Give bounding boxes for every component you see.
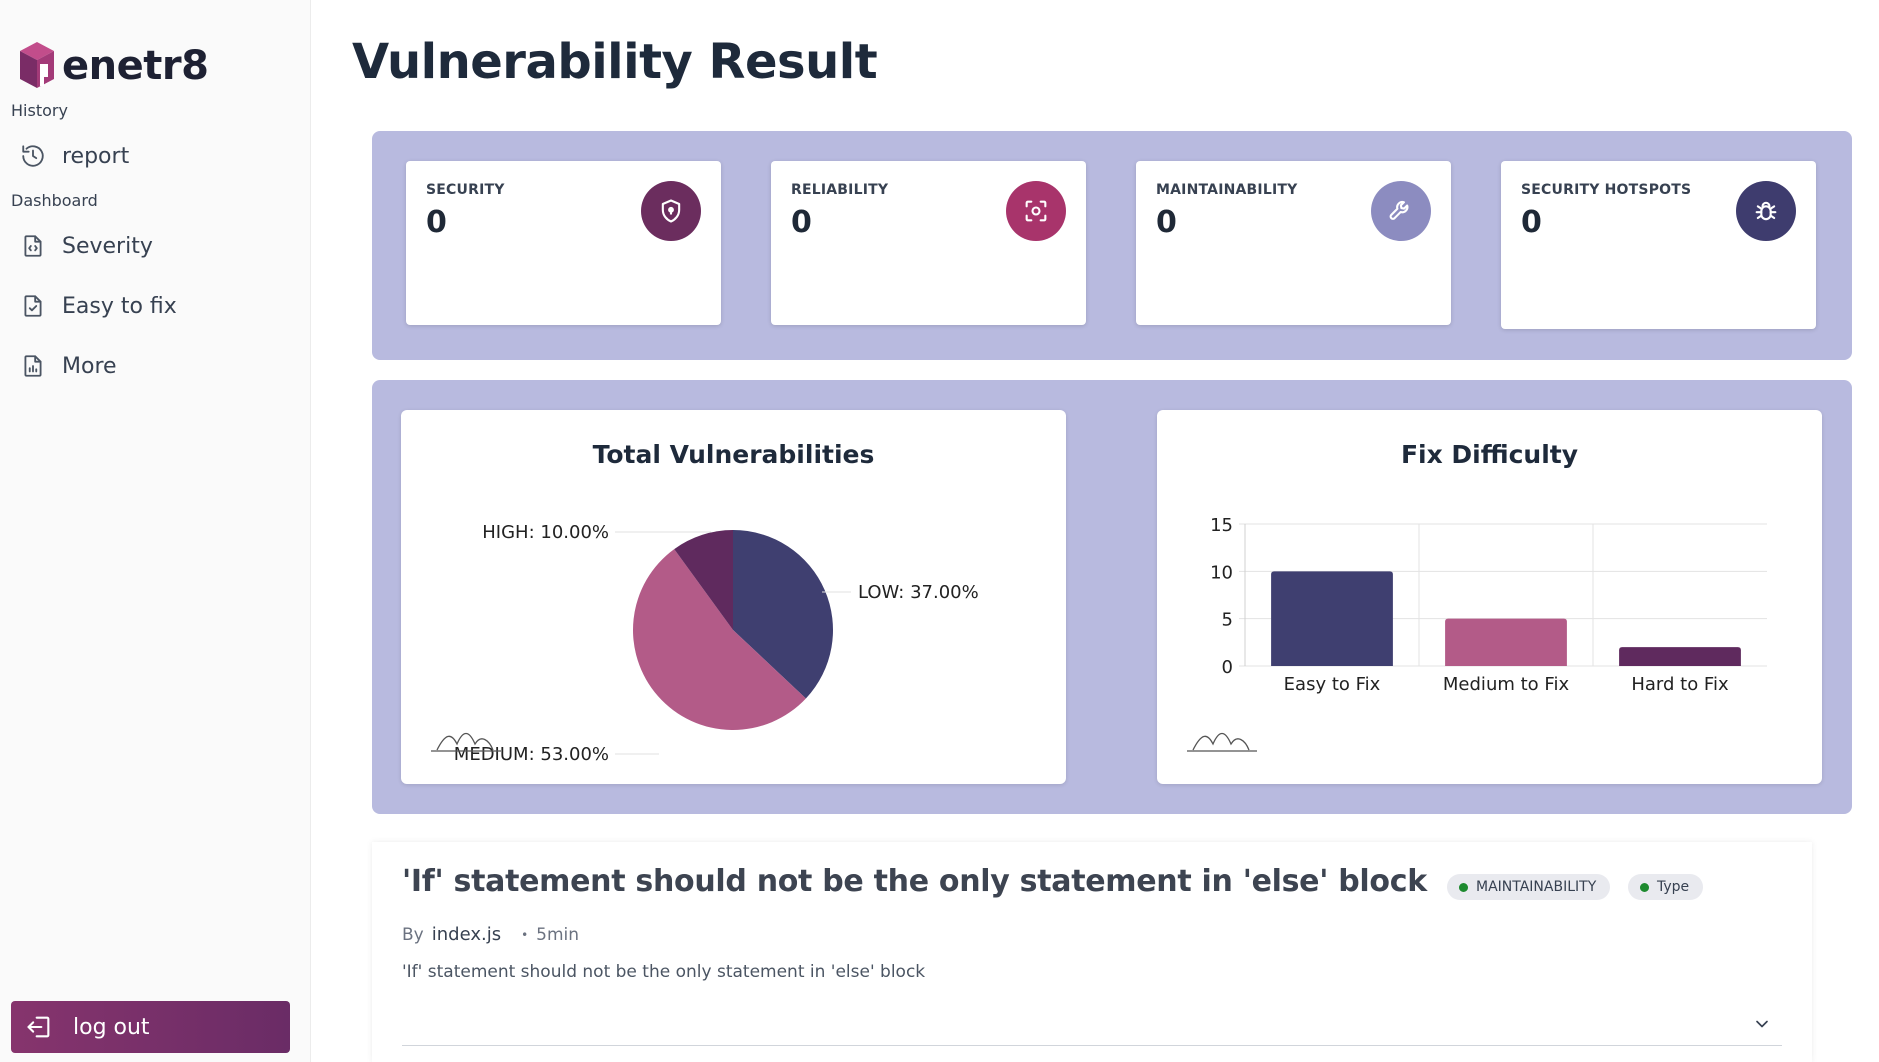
- metric-card-security-hotspots[interactable]: SECURITY HOTSPOTS 0: [1501, 161, 1816, 329]
- file-code-icon: [24, 235, 42, 257]
- metric-value: 0: [1156, 205, 1177, 240]
- bullet-separator: •: [521, 927, 529, 942]
- metric-value: 0: [426, 205, 447, 240]
- y-tick-label: 0: [1222, 657, 1233, 678]
- sidebar-item-label: More: [62, 353, 117, 379]
- divider: [402, 1045, 1782, 1046]
- status-dot: [1459, 882, 1468, 892]
- dashboard-section-label: Dashboard: [11, 191, 98, 210]
- chevron-down-icon[interactable]: [1752, 1014, 1772, 1034]
- metrics-panel: SECURITY 0 RELIABILITY 0 MAINTAINABILITY…: [372, 131, 1852, 360]
- pie-label-high: HIGH: 10.00%: [482, 522, 609, 543]
- wrench-icon: [1371, 181, 1431, 241]
- tag-maintainability[interactable]: MAINTAINABILITY: [1447, 874, 1611, 900]
- fix-difficulty-card: Fix Difficulty 0 5 10 15 Easy to Fix Medium t…: [1157, 410, 1822, 784]
- metric-label: RELIABILITY: [791, 182, 889, 198]
- logout-icon: [27, 1016, 50, 1038]
- file-check-icon: [24, 295, 42, 317]
- total-vulnerabilities-card: Total Vulnerabilities LOW: 37.00% MEDIUM:…: [401, 410, 1066, 784]
- charts-panel: Total Vulnerabilities LOW: 37.00% MEDIUM:…: [372, 380, 1852, 814]
- metric-value: 0: [791, 205, 812, 240]
- issue-title[interactable]: 'If' statement should not be the only st…: [402, 864, 1427, 899]
- bar-hard-to-fix[interactable]: [1619, 647, 1741, 666]
- sidebar-item-label: Easy to fix: [62, 293, 177, 319]
- file-chart-icon: [24, 355, 42, 377]
- bar-medium-to-fix[interactable]: [1445, 618, 1567, 666]
- sidebar-item-label: Severity: [62, 233, 153, 259]
- x-tick-label: Medium to Fix: [1443, 674, 1570, 695]
- chart-logo-icon: [1187, 732, 1257, 752]
- tag-label: MAINTAINABILITY: [1476, 879, 1597, 895]
- y-tick-label: 5: [1222, 610, 1233, 631]
- sidebar-item-easy-to-fix[interactable]: Easy to fix: [20, 293, 177, 319]
- history-icon: [22, 145, 44, 167]
- sidebar: enetr8 History report Dashboard Severity…: [0, 0, 311, 1062]
- sidebar-item-label: report: [62, 143, 130, 169]
- issue-description: 'If' statement should not be the only st…: [402, 962, 926, 982]
- metric-card-reliability[interactable]: RELIABILITY 0: [771, 161, 1086, 325]
- sidebar-item-report[interactable]: report: [20, 143, 129, 169]
- tag-label: Type: [1657, 879, 1690, 895]
- x-tick-label: Easy to Fix: [1284, 674, 1381, 695]
- page-title: Vulnerability Result: [352, 34, 878, 90]
- x-tick-label: Hard to Fix: [1631, 674, 1729, 695]
- pie-label-low: LOW: 37.00%: [858, 582, 979, 603]
- logout-label: log out: [73, 1014, 150, 1040]
- metric-card-maintainability[interactable]: MAINTAINABILITY 0: [1136, 161, 1451, 325]
- bar-easy-to-fix[interactable]: [1271, 571, 1393, 666]
- metric-value: 0: [1521, 205, 1542, 240]
- pie-label-medium: MEDIUM: 53.00%: [454, 744, 609, 765]
- sidebar-item-severity[interactable]: Severity: [20, 233, 153, 259]
- issue-meta: By index.js • 5min: [402, 924, 579, 945]
- file-name[interactable]: index.js: [432, 924, 501, 945]
- metric-card-security[interactable]: SECURITY 0: [406, 161, 721, 325]
- logout-button[interactable]: log out: [11, 1001, 290, 1053]
- metric-label: SECURITY: [426, 182, 505, 198]
- shield-icon: [641, 181, 701, 241]
- history-section-label: History: [11, 101, 68, 120]
- bar-chart: 0 5 10 15 Easy to Fix Medium to Fix Hard to Fi…: [1187, 515, 1767, 752]
- y-tick-label: 15: [1210, 515, 1233, 536]
- brand-name: enetr8: [62, 43, 209, 89]
- tag-type[interactable]: Type: [1628, 874, 1704, 900]
- brand-logo[interactable]: enetr8: [18, 40, 209, 92]
- time-estimate: 5min: [536, 924, 580, 945]
- status-dot: [1640, 882, 1649, 892]
- sidebar-item-more[interactable]: More: [20, 353, 117, 379]
- by-label: By: [402, 924, 424, 945]
- pie-chart: LOW: 37.00% MEDIUM: 53.00% HIGH: 10.00%: [431, 522, 979, 765]
- y-tick-label: 10: [1210, 562, 1233, 583]
- bug-icon: [1736, 181, 1796, 241]
- metric-label: MAINTAINABILITY: [1156, 182, 1298, 198]
- issue-card[interactable]: 'If' statement should not be the only st…: [372, 842, 1812, 1062]
- cube-logo-icon: [20, 42, 54, 88]
- focus-scan-icon: [1006, 181, 1066, 241]
- metric-label: SECURITY HOTSPOTS: [1521, 182, 1692, 198]
